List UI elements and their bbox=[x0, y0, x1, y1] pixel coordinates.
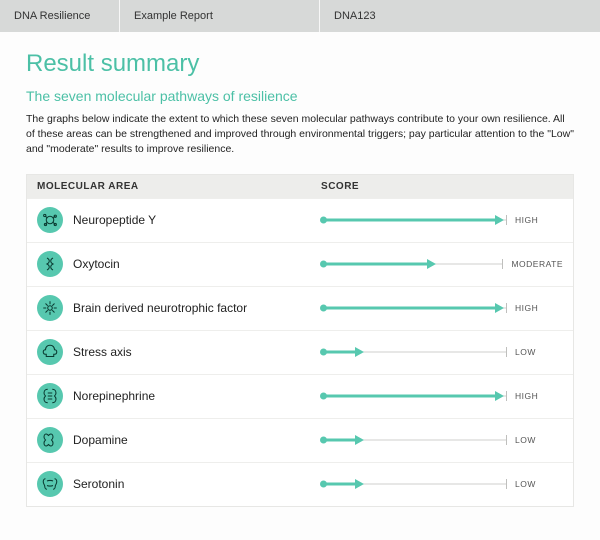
table-row: Oxytocin MODERATE bbox=[27, 242, 573, 286]
score-track bbox=[321, 388, 507, 404]
table-row: Dopamine LOW bbox=[27, 418, 573, 462]
dopamine-icon bbox=[37, 427, 63, 453]
score-arrowhead bbox=[495, 215, 504, 225]
score-label: LOW bbox=[515, 435, 563, 445]
topbar-report-text: Example Report bbox=[134, 10, 213, 22]
cell-area: Stress axis bbox=[37, 339, 321, 365]
score-fill bbox=[321, 263, 430, 266]
score-endcap bbox=[506, 435, 507, 445]
score-label: HIGH bbox=[515, 215, 563, 225]
topbar-product-text: DNA Resilience bbox=[14, 10, 90, 22]
topbar-product: DNA Resilience bbox=[0, 0, 120, 32]
score-label: HIGH bbox=[515, 303, 563, 313]
cell-area: Serotonin bbox=[37, 471, 321, 497]
score-arrowhead bbox=[355, 347, 364, 357]
score-start-dot bbox=[320, 305, 327, 312]
topbar-code: DNA123 bbox=[320, 0, 420, 32]
cell-area: Norepinephrine bbox=[37, 383, 321, 409]
area-label: Dopamine bbox=[73, 433, 128, 447]
cell-score: HIGH bbox=[321, 300, 563, 316]
norepinephrine-icon bbox=[37, 383, 63, 409]
score-label: MODERATE bbox=[511, 259, 563, 269]
score-endcap bbox=[506, 347, 507, 357]
top-bar: DNA Resilience Example Report DNA123 bbox=[0, 0, 600, 32]
results-table: MOLECULAR AREA SCORE Neuropeptide Y HIGH O… bbox=[26, 174, 574, 507]
topbar-report: Example Report bbox=[120, 0, 320, 32]
table-row: Stress axis LOW bbox=[27, 330, 573, 374]
cell-area: Neuropeptide Y bbox=[37, 207, 321, 233]
area-label: Brain derived neurotrophic factor bbox=[73, 301, 247, 315]
score-label: LOW bbox=[515, 479, 563, 489]
cell-score: HIGH bbox=[321, 388, 563, 404]
score-endcap bbox=[506, 303, 507, 313]
table-row: Brain derived neurotrophic factor HIGH bbox=[27, 286, 573, 330]
score-start-dot bbox=[320, 349, 327, 356]
neuropeptide-icon bbox=[37, 207, 63, 233]
score-arrowhead bbox=[355, 435, 364, 445]
score-track bbox=[321, 476, 507, 492]
table-header: MOLECULAR AREA SCORE bbox=[27, 175, 573, 198]
score-start-dot bbox=[320, 481, 327, 488]
cell-score: LOW bbox=[321, 476, 563, 492]
cell-score: LOW bbox=[321, 432, 563, 448]
topbar-code-text: DNA123 bbox=[334, 10, 376, 22]
area-label: Oxytocin bbox=[73, 257, 120, 271]
score-fill bbox=[321, 395, 498, 398]
oxytocin-icon bbox=[37, 251, 63, 277]
intro-paragraph: The graphs below indicate the extent to … bbox=[26, 112, 574, 158]
cell-area: Dopamine bbox=[37, 427, 321, 453]
table-row: Serotonin LOW bbox=[27, 462, 573, 506]
score-fill bbox=[321, 307, 498, 310]
score-arrowhead bbox=[495, 391, 504, 401]
score-endcap bbox=[506, 215, 507, 225]
score-track bbox=[321, 212, 507, 228]
table-row: Neuropeptide Y HIGH bbox=[27, 198, 573, 242]
content: Result summary The seven molecular pathw… bbox=[0, 32, 600, 519]
col-header-area: MOLECULAR AREA bbox=[37, 181, 321, 192]
score-endcap bbox=[506, 391, 507, 401]
serotonin-icon bbox=[37, 471, 63, 497]
area-label: Neuropeptide Y bbox=[73, 213, 156, 227]
score-track bbox=[321, 432, 507, 448]
stress-axis-icon bbox=[37, 339, 63, 365]
score-arrowhead bbox=[355, 479, 364, 489]
bdnf-icon bbox=[37, 295, 63, 321]
score-start-dot bbox=[320, 261, 327, 268]
area-label: Norepinephrine bbox=[73, 389, 155, 403]
score-start-dot bbox=[320, 217, 327, 224]
cell-area: Oxytocin bbox=[37, 251, 321, 277]
area-label: Stress axis bbox=[73, 345, 132, 359]
col-header-score: SCORE bbox=[321, 181, 563, 192]
score-track bbox=[321, 300, 507, 316]
area-label: Serotonin bbox=[73, 477, 124, 491]
table-row: Norepinephrine HIGH bbox=[27, 374, 573, 418]
cell-score: HIGH bbox=[321, 212, 563, 228]
page-title: Result summary bbox=[26, 50, 574, 78]
score-arrowhead bbox=[495, 303, 504, 313]
page-subtitle: The seven molecular pathways of resilien… bbox=[26, 88, 574, 104]
score-arrowhead bbox=[427, 259, 436, 269]
score-track bbox=[321, 256, 503, 272]
score-endcap bbox=[506, 479, 507, 489]
score-label: HIGH bbox=[515, 391, 563, 401]
score-fill bbox=[321, 219, 498, 222]
cell-score: MODERATE bbox=[321, 256, 563, 272]
score-track bbox=[321, 344, 507, 360]
score-start-dot bbox=[320, 437, 327, 444]
score-start-dot bbox=[320, 393, 327, 400]
cell-score: LOW bbox=[321, 344, 563, 360]
table-body: Neuropeptide Y HIGH Oxytocin MODERATE Brain … bbox=[27, 198, 573, 506]
score-endcap bbox=[502, 259, 503, 269]
score-label: LOW bbox=[515, 347, 563, 357]
cell-area: Brain derived neurotrophic factor bbox=[37, 295, 321, 321]
